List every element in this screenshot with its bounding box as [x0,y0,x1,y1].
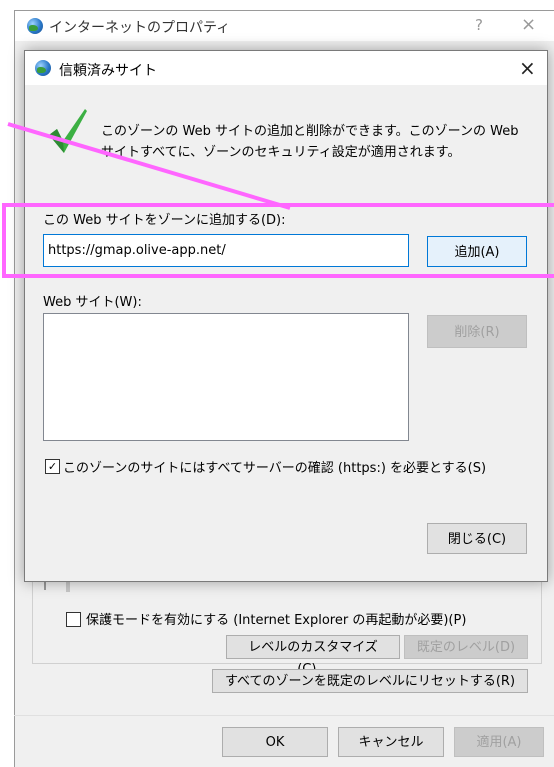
websites-list[interactable] [43,313,409,441]
add-button[interactable]: 追加(A) [427,236,527,267]
zone-info-text: このゾーンの Web サイトの追加と削除ができます。このゾーンの Web サイト… [101,124,519,160]
bg-titlebar: インターネットのプロパティ ? × [15,11,554,41]
button-bar-divider [14,715,554,716]
ie-globe-icon [35,60,51,76]
customize-level-button[interactable]: レベルのカスタマイズ(C)... [226,635,400,677]
dialog-close-button[interactable]: × [519,56,536,80]
bg-close-button[interactable]: × [521,14,536,35]
ok-button[interactable]: OK [222,727,328,757]
default-level-button[interactable]: 既定のレベル(D) [404,635,528,659]
ie-globe-icon [27,18,43,34]
websites-label: Web サイト(W): [43,295,142,310]
cancel-button[interactable]: キャンセル [338,727,444,757]
close-button[interactable]: 閉じる(C) [427,523,527,554]
help-button[interactable]: ? [475,16,483,34]
add-site-label: この Web サイトをゾーンに追加する(D): [43,213,286,228]
dialog-titlebar: 信頼済みサイト × [25,51,547,85]
https-required-checkbox[interactable]: ✓ [45,459,60,474]
protected-mode-label: 保護モードを有効にする (Internet Explorer の再起動が必要)(… [86,613,467,628]
reset-all-zones-button[interactable]: すべてのゾーンを既定のレベルにリセットする(R) [212,669,528,693]
trusted-sites-dialog: 信頼済みサイト × このゾーンの Web サイトの追加と削除ができます。このゾー… [24,50,548,582]
site-url-input[interactable] [43,234,409,267]
remove-button[interactable]: 削除(R) [427,315,527,348]
dialog-title: 信頼済みサイト [59,63,157,79]
apply-button[interactable]: 適用(A) [454,727,544,757]
trusted-checkmark-icon [49,109,87,153]
protected-mode-checkbox[interactable] [66,612,81,627]
bg-window-title: インターネットのプロパティ [49,20,231,36]
https-required-label: このゾーンのサイトにはすべてサーバーの確認 (https:) を必要とする(S) [63,461,487,476]
